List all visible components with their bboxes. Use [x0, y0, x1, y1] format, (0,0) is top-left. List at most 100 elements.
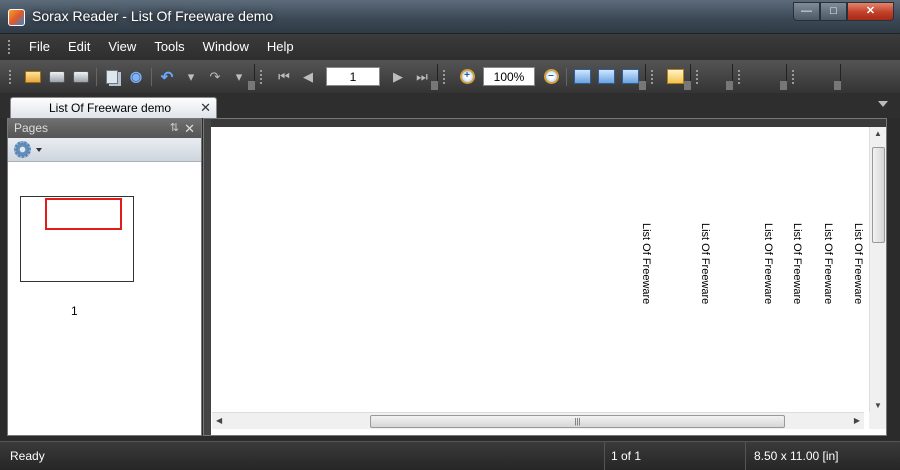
status-text: Ready	[10, 449, 45, 463]
fit-page-icon	[597, 69, 615, 84]
minimize-button[interactable]: —	[793, 2, 820, 21]
visible-area-indicator[interactable]	[45, 198, 122, 230]
document-view[interactable]: List Of Freeware List Of Freeware List O…	[203, 118, 887, 436]
undo-dropdown[interactable]: ▾	[181, 67, 201, 87]
menu-tools[interactable]: Tools	[145, 34, 193, 60]
page-shadow-left	[204, 119, 211, 435]
open-icon	[25, 70, 41, 83]
print-setup-button[interactable]	[71, 67, 91, 87]
toolbar-grip[interactable]	[651, 69, 655, 84]
page-text-6: List Of Freeware	[852, 223, 864, 305]
status-page-indicator: 1 of 1	[604, 442, 744, 470]
toolbar-empty-group-3	[789, 63, 841, 90]
close-panel-icon[interactable]: ✕	[184, 119, 195, 138]
pages-panel-header: Pages ⇅ ✕	[8, 119, 201, 138]
undo-icon: ↶	[160, 68, 174, 86]
document-page: List Of Freeware List Of Freeware List O…	[212, 127, 864, 414]
single-page-icon	[666, 69, 684, 84]
toolbar-separator	[96, 67, 97, 86]
single-page-button[interactable]	[665, 67, 685, 87]
close-button[interactable]: ✕	[847, 2, 894, 21]
pages-options-toolbar	[8, 138, 201, 162]
copy-button[interactable]	[102, 67, 122, 87]
last-page-button[interactable]: ⏭	[412, 67, 432, 87]
pages-panel-title: Pages	[14, 121, 49, 135]
chevron-down-icon: ▾	[235, 68, 243, 84]
actual-size-button[interactable]	[620, 67, 640, 87]
toolbar-file-group: ◉ ↶ ▾ ↷ ▾	[6, 63, 255, 90]
toolbar-zoom-group: + 100% –	[440, 63, 646, 90]
tab-list-of-freeware-demo[interactable]: List Of Freeware demo ✕	[10, 97, 217, 118]
page-number-input[interactable]: 1	[326, 67, 380, 86]
horizontal-scrollbar[interactable]: ◀ ||| ▶	[212, 412, 864, 429]
menu-edit[interactable]: Edit	[59, 34, 99, 60]
zoom-in-icon: +	[459, 69, 475, 84]
page-shadow-top	[204, 119, 886, 127]
first-page-icon: ⏮	[278, 68, 290, 84]
scroll-down-icon[interactable]: ▼	[874, 401, 882, 410]
redo-button[interactable]: ↷	[205, 67, 225, 87]
fit-page-button[interactable]	[596, 67, 616, 87]
undo-button[interactable]: ↶	[157, 67, 177, 87]
zoom-out-button[interactable]: –	[541, 67, 561, 87]
scroll-left-icon[interactable]: ◀	[216, 416, 222, 425]
vertical-scroll-thumb[interactable]	[872, 147, 885, 243]
redo-dropdown[interactable]: ▾	[229, 67, 249, 87]
toolbar-grip[interactable]	[738, 69, 742, 84]
window-controls: — □ ✕	[793, 2, 894, 21]
gear-icon[interactable]	[14, 141, 31, 158]
menu-grip[interactable]	[8, 40, 12, 54]
pin-icon[interactable]: ⇅	[170, 119, 179, 138]
toolbar-view-group	[648, 63, 691, 90]
prev-page-icon: ◀	[303, 68, 313, 84]
page-text-5: List Of Freeware	[822, 223, 834, 305]
scrollbar-corner	[869, 412, 886, 429]
toolbar-grip[interactable]	[443, 69, 447, 84]
zoom-in-button[interactable]: +	[457, 67, 477, 87]
toolbar-separator	[566, 67, 567, 86]
vertical-scrollbar[interactable]: ▲ ▼	[869, 127, 886, 412]
toolbar-grip[interactable]	[260, 69, 264, 84]
menu-view[interactable]: View	[99, 34, 145, 60]
find-button[interactable]: ◉	[126, 67, 146, 87]
first-page-button[interactable]: ⏮	[274, 67, 294, 87]
toolbar-grip[interactable]	[9, 69, 13, 84]
open-button[interactable]	[23, 67, 43, 87]
zoom-out-icon: –	[543, 69, 559, 84]
zoom-level-input[interactable]: 100%	[483, 67, 535, 86]
title-bar[interactable]: Sorax Reader - List Of Freeware demo — □…	[0, 0, 900, 34]
window-title: Sorax Reader - List Of Freeware demo	[32, 8, 274, 24]
prev-page-button[interactable]: ◀	[298, 67, 318, 87]
toolbar-navigation-group: ⏮ ◀ 1 ▶ ⏭	[257, 63, 438, 90]
fit-width-icon	[573, 69, 591, 84]
document-tab-strip: List Of Freeware demo ✕	[0, 93, 900, 118]
pages-panel: Pages ⇅ ✕ 1	[7, 118, 202, 436]
close-icon: ✕	[865, 5, 876, 17]
copy-icon	[106, 69, 118, 84]
next-page-button[interactable]: ▶	[388, 67, 408, 87]
toolbar-grip[interactable]	[792, 69, 796, 84]
tab-list-dropdown-icon[interactable]	[878, 101, 888, 107]
maximize-icon: □	[830, 5, 837, 17]
close-tab-icon[interactable]: ✕	[200, 100, 211, 116]
scroll-up-icon[interactable]: ▲	[874, 129, 882, 138]
page-text-2: List Of Freeware	[699, 223, 711, 305]
last-page-icon: ⏭	[416, 68, 428, 84]
toolbar-grip[interactable]	[696, 69, 700, 84]
redo-icon: ↷	[209, 68, 221, 84]
menu-file[interactable]: File	[20, 34, 59, 60]
print-setup-icon	[73, 70, 89, 83]
find-icon: ◉	[129, 68, 143, 84]
fit-width-button[interactable]	[572, 67, 592, 87]
print-button[interactable]	[47, 67, 67, 87]
chevron-down-icon[interactable]	[36, 147, 42, 152]
minimize-icon: —	[801, 5, 812, 17]
horizontal-scroll-thumb[interactable]: |||	[370, 415, 785, 428]
menu-help[interactable]: Help	[258, 34, 303, 60]
maximize-button[interactable]: □	[820, 2, 847, 21]
toolbar-empty-group-2	[735, 63, 787, 90]
menu-window[interactable]: Window	[194, 34, 258, 60]
scroll-right-icon[interactable]: ▶	[854, 416, 860, 425]
page-thumbnail[interactable]	[20, 196, 134, 282]
app-icon[interactable]	[8, 9, 25, 26]
